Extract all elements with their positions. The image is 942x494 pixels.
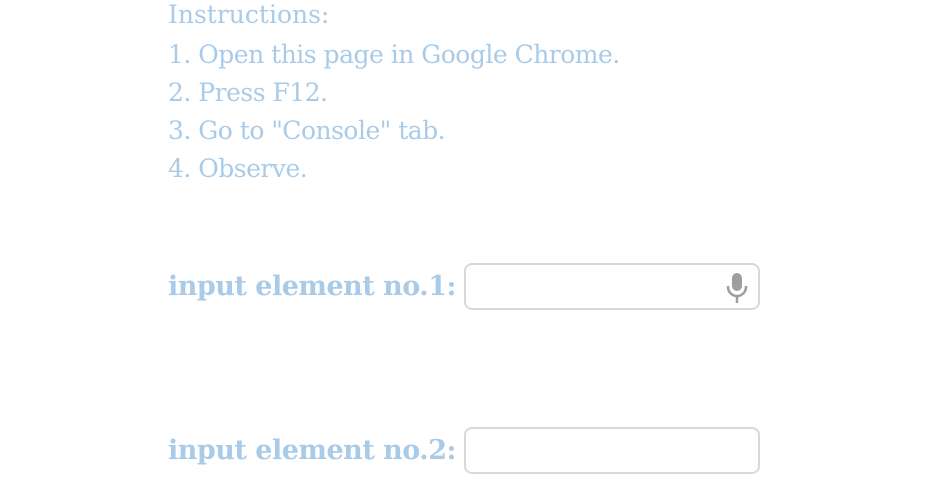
instructions-heading: Instructions: bbox=[168, 0, 330, 29]
instruction-step-1: 1. Open this page in Google Chrome. bbox=[168, 40, 620, 69]
input-row-2: input element no.2: bbox=[168, 427, 760, 474]
input-2-container bbox=[463, 427, 760, 474]
microphone-icon[interactable] bbox=[724, 272, 750, 304]
input-element-1[interactable] bbox=[465, 265, 758, 308]
input-1-label: input element no.1: bbox=[168, 271, 456, 302]
input-2-label: input element no.2: bbox=[168, 435, 456, 466]
instructions-block: Instructions: 1. Open this page in Googl… bbox=[168, 0, 620, 188]
instruction-step-2: 2. Press F12. bbox=[168, 78, 328, 107]
input-1-container bbox=[463, 263, 760, 310]
instruction-step-3: 3. Go to "Console" tab. bbox=[168, 116, 446, 145]
input-row-1: input element no.1: bbox=[168, 263, 760, 310]
instruction-step-4: 4. Observe. bbox=[168, 154, 308, 183]
input-element-2[interactable] bbox=[465, 429, 758, 472]
